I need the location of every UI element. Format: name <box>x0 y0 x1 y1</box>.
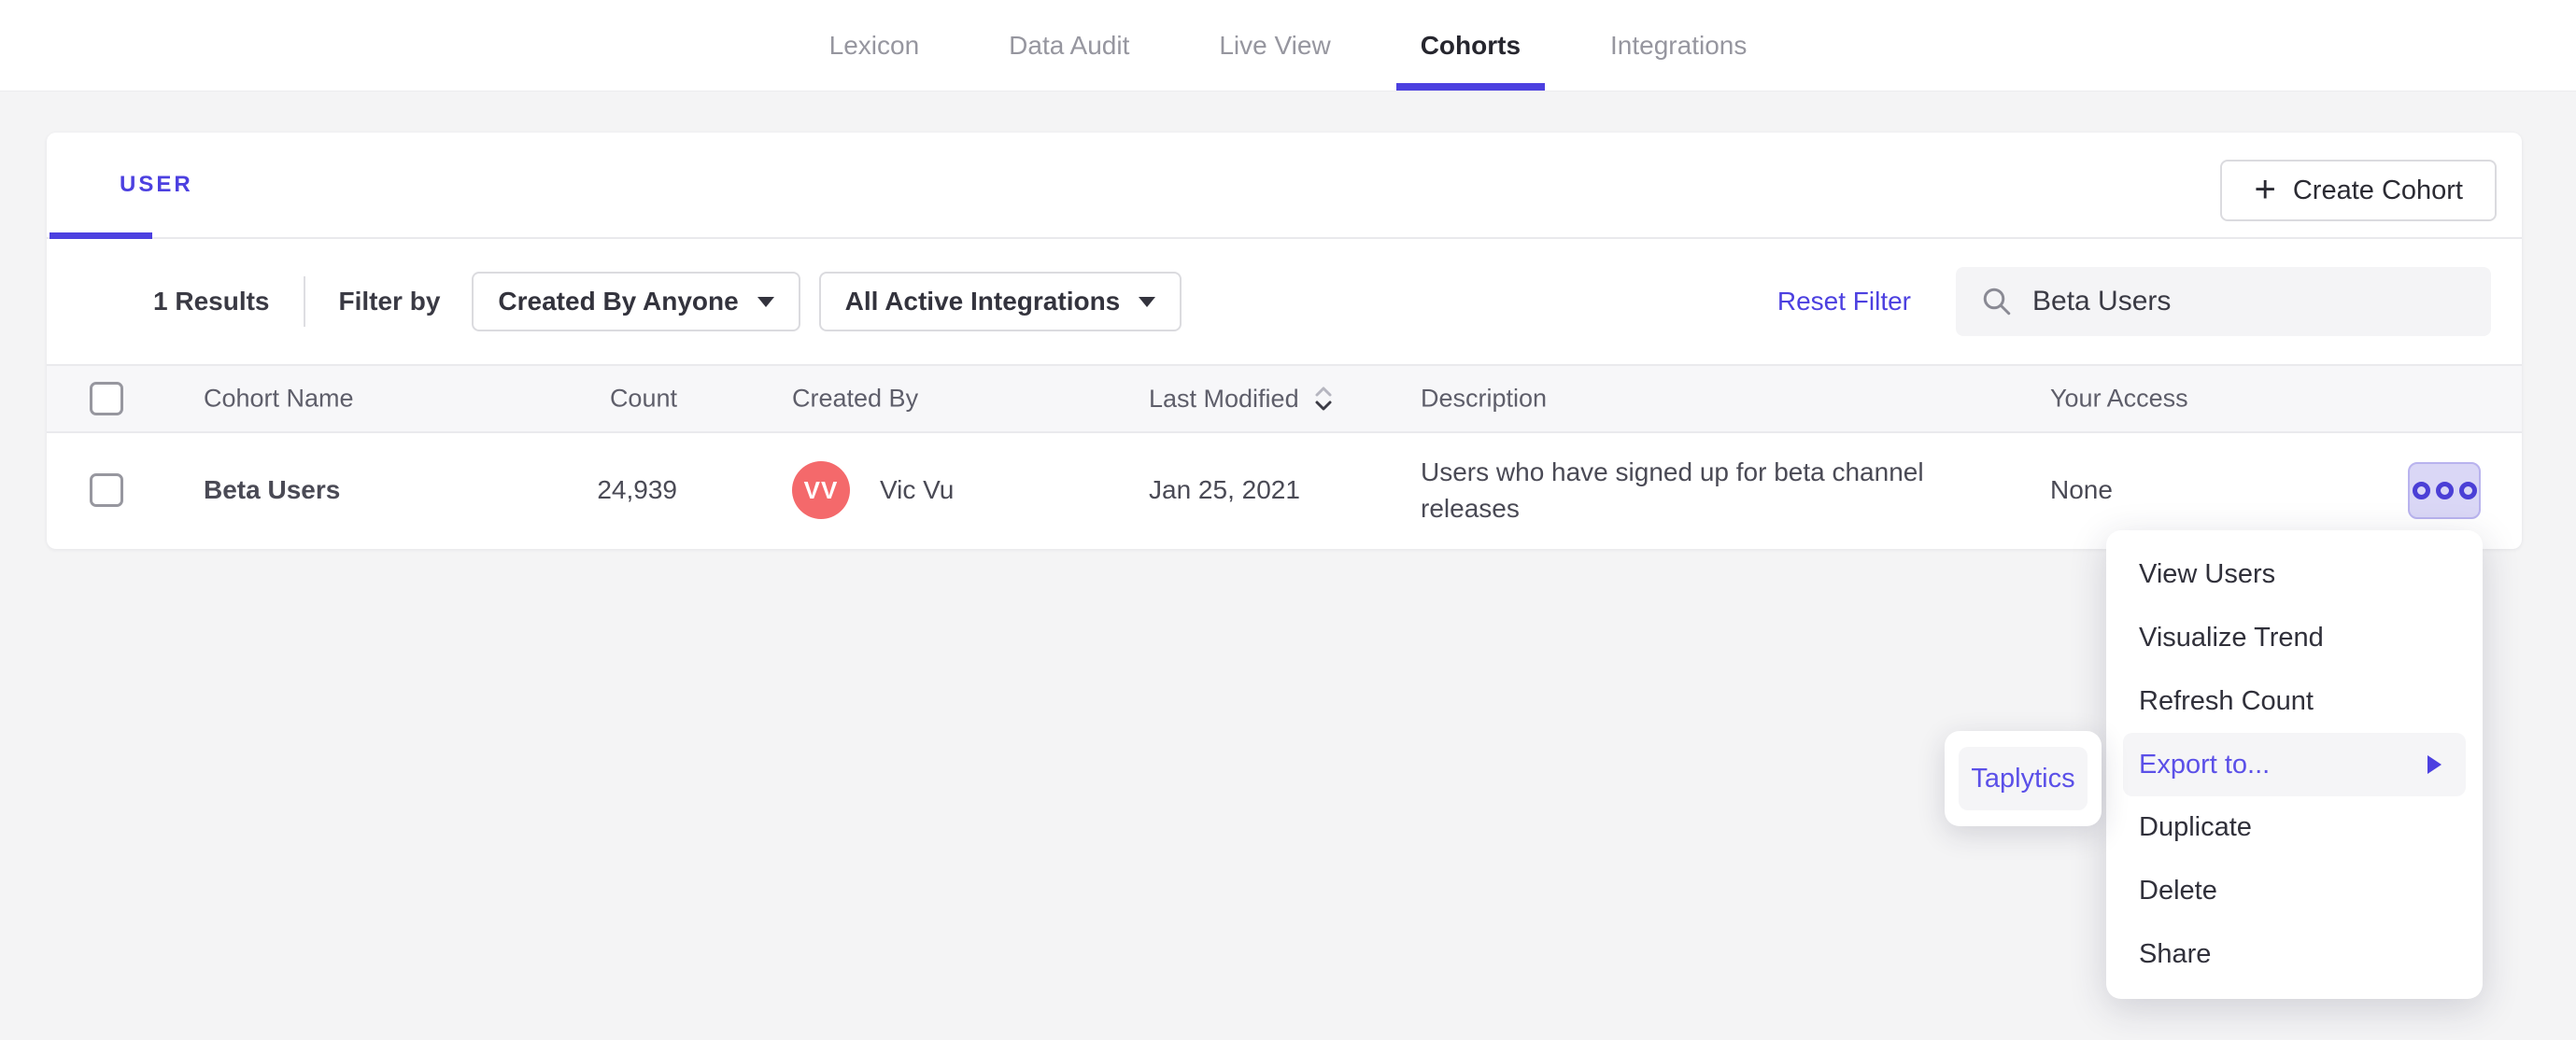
sort-icon[interactable] <box>1312 384 1335 414</box>
ellipsis-dot <box>2412 482 2430 499</box>
header-last-modified-label: Last Modified <box>1149 384 1299 413</box>
menu-item-view-users[interactable]: View Users <box>2106 543 2483 607</box>
menu-item-delete[interactable]: Delete <box>2106 860 2483 923</box>
menu-item-export-to[interactable]: Export to... <box>2123 733 2466 796</box>
header-description: Description <box>1421 384 1548 413</box>
tab-user[interactable]: USER <box>120 172 193 198</box>
select-all-checkbox[interactable] <box>90 382 123 415</box>
header-created-by: Created By <box>792 384 919 413</box>
nav-item-lexicon[interactable]: Lexicon <box>805 0 944 91</box>
integrations-dropdown[interactable]: All Active Integrations <box>818 272 1182 331</box>
search-input[interactable] <box>2031 285 2472 318</box>
nav-item-label: Live View <box>1219 30 1331 60</box>
menu-item-duplicate[interactable]: Duplicate <box>2106 796 2483 860</box>
row-checkbox[interactable] <box>90 473 123 507</box>
results-count: 1 Results <box>153 287 270 316</box>
row-checkbox-cell <box>90 473 123 507</box>
cohort-count: 24,939 <box>597 475 677 504</box>
header-your-access: Your Access <box>2050 384 2188 413</box>
ellipsis-dot <box>2458 482 2477 499</box>
nav-item-data-audit[interactable]: Data Audit <box>984 0 1154 91</box>
nav-item-integrations[interactable]: Integrations <box>1586 0 1771 91</box>
create-cohort-button[interactable]: + Create Cohort <box>2220 160 2497 221</box>
integrations-dropdown-value: All Active Integrations <box>844 287 1121 316</box>
active-tab-underline <box>1395 83 1546 91</box>
divider <box>303 276 305 327</box>
row-context-menu: View Users Visualize Trend Refresh Count… <box>2106 530 2483 999</box>
filter-by-label: Filter by <box>338 287 441 316</box>
card-tabs-row: USER + Create Cohort <box>47 133 2522 239</box>
nav-item-live-view[interactable]: Live View <box>1195 0 1354 91</box>
search-icon <box>1983 288 2011 316</box>
nav-item-label: Lexicon <box>828 30 920 60</box>
your-access-cell: None <box>2050 475 2113 504</box>
reset-filter-link[interactable]: Reset Filter <box>1777 287 1911 316</box>
avatar: VV <box>792 461 850 519</box>
created-by-cell: VV Vic Vu <box>792 461 954 519</box>
ellipsis-dot <box>2435 482 2454 499</box>
menu-item-refresh-count[interactable]: Refresh Count <box>2106 669 2483 733</box>
chevron-down-icon <box>1139 296 1156 307</box>
select-all-checkbox-cell <box>90 382 123 415</box>
creator-name: Vic Vu <box>880 475 955 504</box>
menu-item-visualize-trend[interactable]: Visualize Trend <box>2106 607 2483 670</box>
submenu-item-taplytics[interactable]: Taplytics <box>1959 747 2088 810</box>
description-cell: Users who have signed up for beta channe… <box>1421 457 1924 523</box>
cohort-name-link[interactable]: Beta Users <box>204 475 340 505</box>
created-by-dropdown[interactable]: Created By Anyone <box>472 272 800 331</box>
cohorts-card: USER + Create Cohort 1 Results Filter by… <box>47 133 2522 549</box>
header-count: Count <box>609 384 677 413</box>
nav-item-label: Cohorts <box>1420 30 1522 60</box>
more-options-button[interactable] <box>2408 462 2481 519</box>
filter-bar: 1 Results Filter by Created By Anyone Al… <box>47 239 2522 364</box>
top-nav: Lexicon Data Audit Live View Cohorts Int… <box>0 0 2576 91</box>
nav-item-label: Data Audit <box>1009 30 1130 60</box>
nav-item-cohorts[interactable]: Cohorts <box>1395 0 1546 91</box>
nav-item-label: Integrations <box>1610 30 1748 60</box>
search-box[interactable] <box>1956 267 2491 336</box>
menu-item-share[interactable]: Share <box>2106 922 2483 986</box>
last-modified-cell: Jan 25, 2021 <box>1149 475 1300 504</box>
submenu-arrow-icon <box>2427 755 2442 775</box>
menu-item-export-label: Export to... <box>2139 749 2271 780</box>
table-header-row: Cohort Name Count Created By Last Modifi… <box>47 364 2522 433</box>
header-cohort-name: Cohort Name <box>204 384 354 413</box>
create-cohort-label: Create Cohort <box>2292 175 2463 205</box>
header-last-modified[interactable]: Last Modified <box>1149 384 1335 414</box>
user-tab-underline <box>50 232 152 239</box>
chevron-down-icon <box>757 296 774 307</box>
created-by-dropdown-value: Created By Anyone <box>498 287 739 316</box>
export-submenu: Taplytics <box>1945 731 2102 826</box>
